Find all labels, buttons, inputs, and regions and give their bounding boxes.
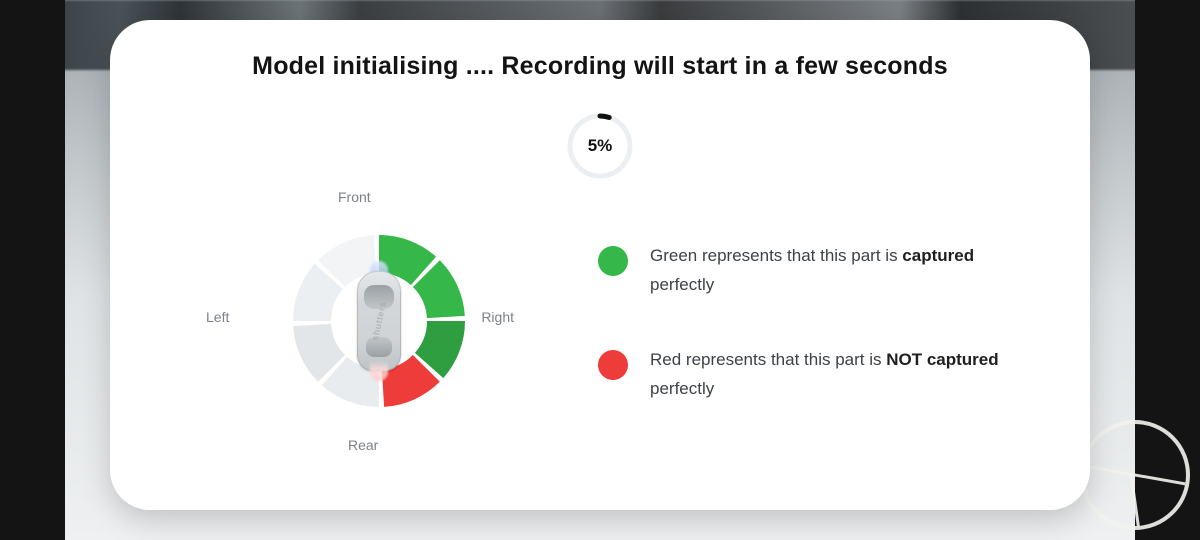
coverage-ring: Front Rear Left Right shutters: [198, 191, 538, 451]
modal-title: Model initialising .... Recording will s…: [158, 52, 1042, 81]
legend-row-green: Green represents that this part is captu…: [598, 242, 1002, 300]
ring-label-front: Front: [338, 189, 371, 205]
legend-red-suffix: perfectly: [650, 379, 714, 398]
ring-label-left: Left: [206, 309, 229, 325]
legend-text-green: Green represents that this part is captu…: [650, 242, 1002, 300]
progress-indicator: 5%: [565, 111, 635, 181]
green-dot-icon: [598, 246, 628, 276]
ring-label-right: Right: [481, 309, 514, 325]
legend-red-bold: NOT captured: [886, 350, 998, 369]
car-top-icon: shutters: [357, 271, 401, 371]
status-modal: Model initialising .... Recording will s…: [110, 20, 1090, 510]
legend-green-bold: captured: [902, 246, 974, 265]
legend-red-prefix: Red represents that this part is: [650, 350, 886, 369]
steering-wheel-icon: [1080, 420, 1190, 530]
progress-percent-label: 5%: [565, 111, 635, 181]
legend-green-prefix: Green represents that this part is: [650, 246, 902, 265]
ring-label-rear: Rear: [348, 437, 378, 453]
legend-row-red: Red represents that this part is NOT cap…: [598, 346, 1002, 404]
legend: Green represents that this part is captu…: [598, 242, 1002, 404]
red-dot-icon: [598, 350, 628, 380]
letterbox-left: [0, 0, 65, 540]
legend-green-suffix: perfectly: [650, 275, 714, 294]
legend-text-red: Red represents that this part is NOT cap…: [650, 346, 1002, 404]
